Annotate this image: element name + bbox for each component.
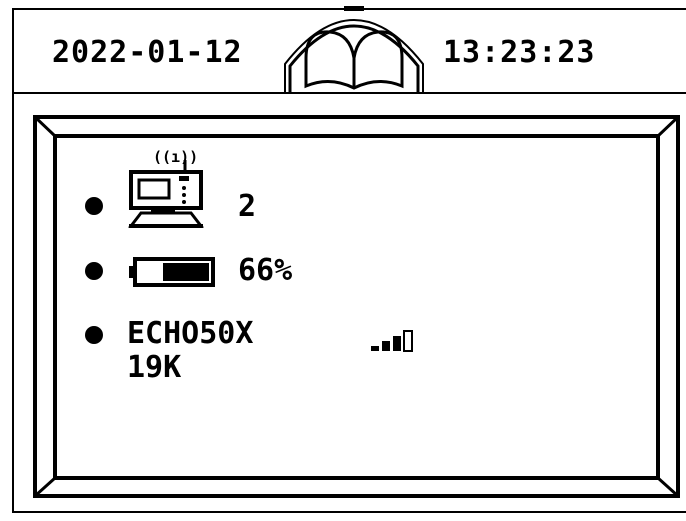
bullet	[85, 262, 103, 280]
device-count: 2	[238, 189, 257, 224]
open-book-icon	[284, 6, 424, 92]
signal-bar	[403, 330, 413, 352]
signal-bar	[393, 336, 401, 351]
svg-text:((ı)): ((ı))	[153, 148, 198, 166]
date-display: 2022-01-12	[52, 35, 243, 70]
time-display: 13:23:23	[443, 35, 596, 70]
bullet	[85, 197, 103, 215]
battery-icon	[129, 257, 215, 287]
signal-strength-icon	[371, 330, 413, 352]
battery-percent: 66%	[238, 253, 293, 288]
signal-bar	[382, 341, 390, 351]
signal-bar	[371, 346, 379, 351]
echo-label: ECHO50X 19K	[127, 316, 254, 385]
status-screen: ((ı)) 2 66% ECHO50X 19K	[55, 136, 658, 478]
wireless-terminal-icon: ((ı))	[127, 148, 205, 228]
bullet	[85, 326, 103, 344]
